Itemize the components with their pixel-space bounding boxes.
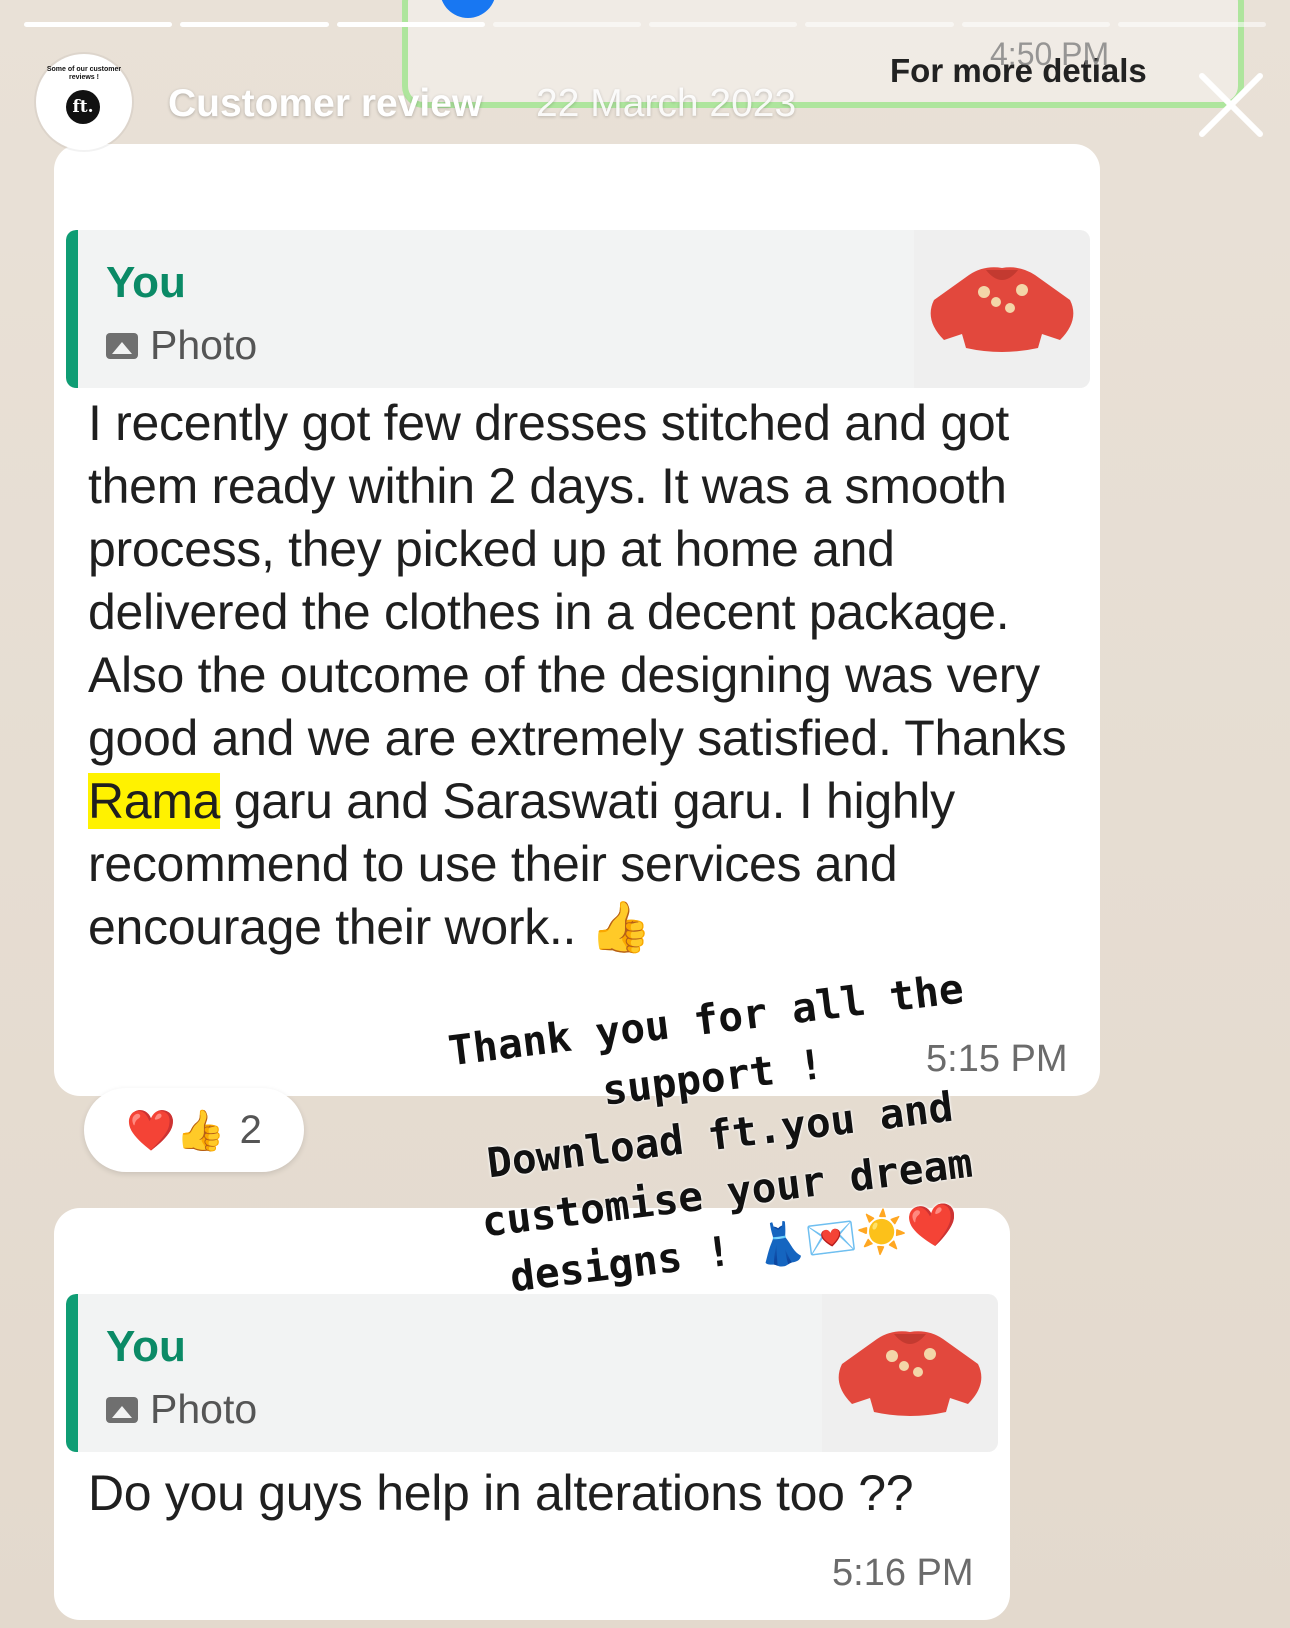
message-text: Do you guys help in alterations too ?? [88,1465,914,1521]
story-progress-segment [180,22,329,27]
red-blouse-image[interactable] [822,1294,998,1452]
previous-message-time: 4:50 PM [990,36,1110,72]
close-icon [1199,73,1263,137]
story-progress-segment [1117,22,1266,27]
quote-accent-bar [66,1294,78,1452]
avatar-logo: ft. [66,90,100,124]
quote-author: You [106,258,186,307]
blouse-thumbnail [930,267,1074,352]
avatar-caption: Some of our customer reviews ! [46,66,122,81]
highlighted-name: Rama [88,773,221,829]
story-title[interactable]: Customer review [168,82,482,126]
message-time: 5:16 PM [832,1552,974,1594]
quote-accent-bar [66,230,78,388]
story-date: 22 March 2023 [536,82,797,125]
quote-author: You [106,1322,186,1371]
reaction-count: 2 [239,1107,262,1152]
close-button[interactable] [1196,70,1266,140]
red-blouse-image[interactable] [914,230,1090,388]
quote-type-label: Photo [150,322,258,368]
quoted-message[interactable]: You Photo [66,1294,998,1452]
message-text: I recently got few dresses stitched and … [88,392,1068,959]
story-progress-segment [336,22,485,27]
story-progress-segment [24,22,173,27]
reaction-emojis: ❤️👍 [126,1108,226,1153]
story-progress-segment [649,22,798,27]
photo-icon [106,332,138,359]
blouse-thumbnail [838,1331,982,1416]
quote-type-label: Photo [150,1386,258,1432]
story-progress-segment [492,22,641,27]
story-progress-segment [961,22,1110,27]
quote-type: Photo [106,322,257,369]
reaction-pill[interactable]: ❤️👍 2 [84,1088,304,1172]
message-text-part: I recently got few dresses stitched and … [88,395,1067,766]
photo-icon [106,1396,138,1423]
avatar[interactable]: Some of our customer reviews ! ft. [36,54,132,150]
quote-type: Photo [106,1386,257,1433]
story-progress-segment [805,22,954,27]
story-progress [24,22,1266,27]
quoted-message[interactable]: You Photo [66,230,1090,388]
